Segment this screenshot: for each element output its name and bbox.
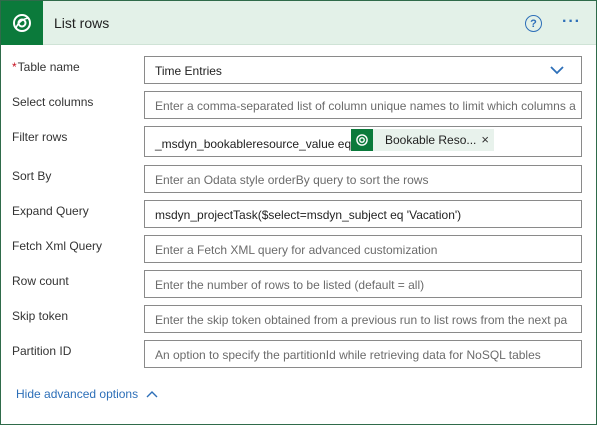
fetch-xml-placeholder: Enter a Fetch XML query for advanced cus…: [155, 243, 438, 257]
row-filter-rows: Filter rows _msdyn_bookableresource_valu…: [1, 126, 596, 157]
action-card: List rows ? ··· *Table name Time Entries…: [0, 0, 597, 425]
skip-token-input[interactable]: Enter the skip token obtained from a pre…: [144, 305, 582, 333]
filter-rows-value: _msdyn_bookableresource_value eq: [155, 137, 352, 151]
row-count-label: Row count: [12, 274, 69, 288]
dataverse-icon: [1, 1, 43, 45]
ellipsis-icon[interactable]: ···: [562, 14, 581, 30]
table-name-label-text: Table name: [17, 60, 80, 74]
row-partition-id: Partition ID An option to specify the pa…: [1, 340, 596, 370]
required-asterisk: *: [12, 60, 17, 74]
dynamic-content-token[interactable]: Bookable Reso... ×: [351, 129, 494, 151]
select-columns-placeholder: Enter a comma-separated list of column u…: [155, 99, 576, 113]
fetch-xml-label: Fetch Xml Query: [12, 239, 103, 253]
sort-by-input[interactable]: Enter an Odata style orderBy query to so…: [144, 165, 582, 193]
filter-rows-label: Filter rows: [12, 130, 68, 144]
card-header[interactable]: List rows ? ···: [1, 1, 596, 45]
partition-id-placeholder: An option to specify the partitionId whi…: [155, 348, 541, 362]
table-name-value: Time Entries: [155, 64, 222, 78]
select-columns-label: Select columns: [12, 95, 94, 109]
row-fetch-xml: Fetch Xml Query Enter a Fetch XML query …: [1, 235, 596, 265]
token-label: Bookable Reso...: [385, 133, 477, 147]
row-select-columns: Select columns Enter a comma-separated l…: [1, 91, 596, 121]
question-circle-icon[interactable]: ?: [525, 15, 542, 32]
chevron-up-icon: [146, 391, 158, 398]
card-title: List rows: [54, 15, 110, 31]
expand-query-label: Expand Query: [12, 204, 89, 218]
filter-rows-input[interactable]: _msdyn_bookableresource_value eq Bookabl…: [144, 126, 582, 157]
partition-id-label: Partition ID: [12, 344, 72, 358]
table-name-select[interactable]: Time Entries: [144, 56, 582, 84]
skip-token-placeholder: Enter the skip token obtained from a pre…: [155, 313, 568, 327]
close-icon[interactable]: ×: [481, 132, 489, 147]
partition-id-input[interactable]: An option to specify the partitionId whi…: [144, 340, 582, 368]
table-name-label: *Table name: [12, 60, 80, 74]
row-expand-query: Expand Query msdyn_projectTask($select=m…: [1, 200, 596, 230]
sort-by-label: Sort By: [12, 169, 52, 183]
select-columns-input[interactable]: Enter a comma-separated list of column u…: [144, 91, 582, 119]
row-count-placeholder: Enter the number of rows to be listed (d…: [155, 278, 425, 292]
fetch-xml-input[interactable]: Enter a Fetch XML query for advanced cus…: [144, 235, 582, 263]
row-table-name: *Table name Time Entries: [1, 56, 596, 86]
row-skip-token: Skip token Enter the skip token obtained…: [1, 305, 596, 335]
dataverse-token-icon: [351, 129, 373, 151]
hide-advanced-options-label: Hide advanced options: [16, 387, 139, 401]
sort-by-placeholder: Enter an Odata style orderBy query to so…: [155, 173, 429, 187]
expand-query-input[interactable]: msdyn_projectTask($select=msdyn_subject …: [144, 200, 582, 228]
hide-advanced-options-link[interactable]: Hide advanced options: [16, 387, 158, 401]
expand-query-value: msdyn_projectTask($select=msdyn_subject …: [155, 208, 462, 222]
skip-token-label: Skip token: [12, 309, 69, 323]
row-sort-by: Sort By Enter an Odata style orderBy que…: [1, 165, 596, 195]
row-count-input[interactable]: Enter the number of rows to be listed (d…: [144, 270, 582, 298]
chevron-down-icon[interactable]: [549, 63, 565, 77]
row-row-count: Row count Enter the number of rows to be…: [1, 270, 596, 300]
